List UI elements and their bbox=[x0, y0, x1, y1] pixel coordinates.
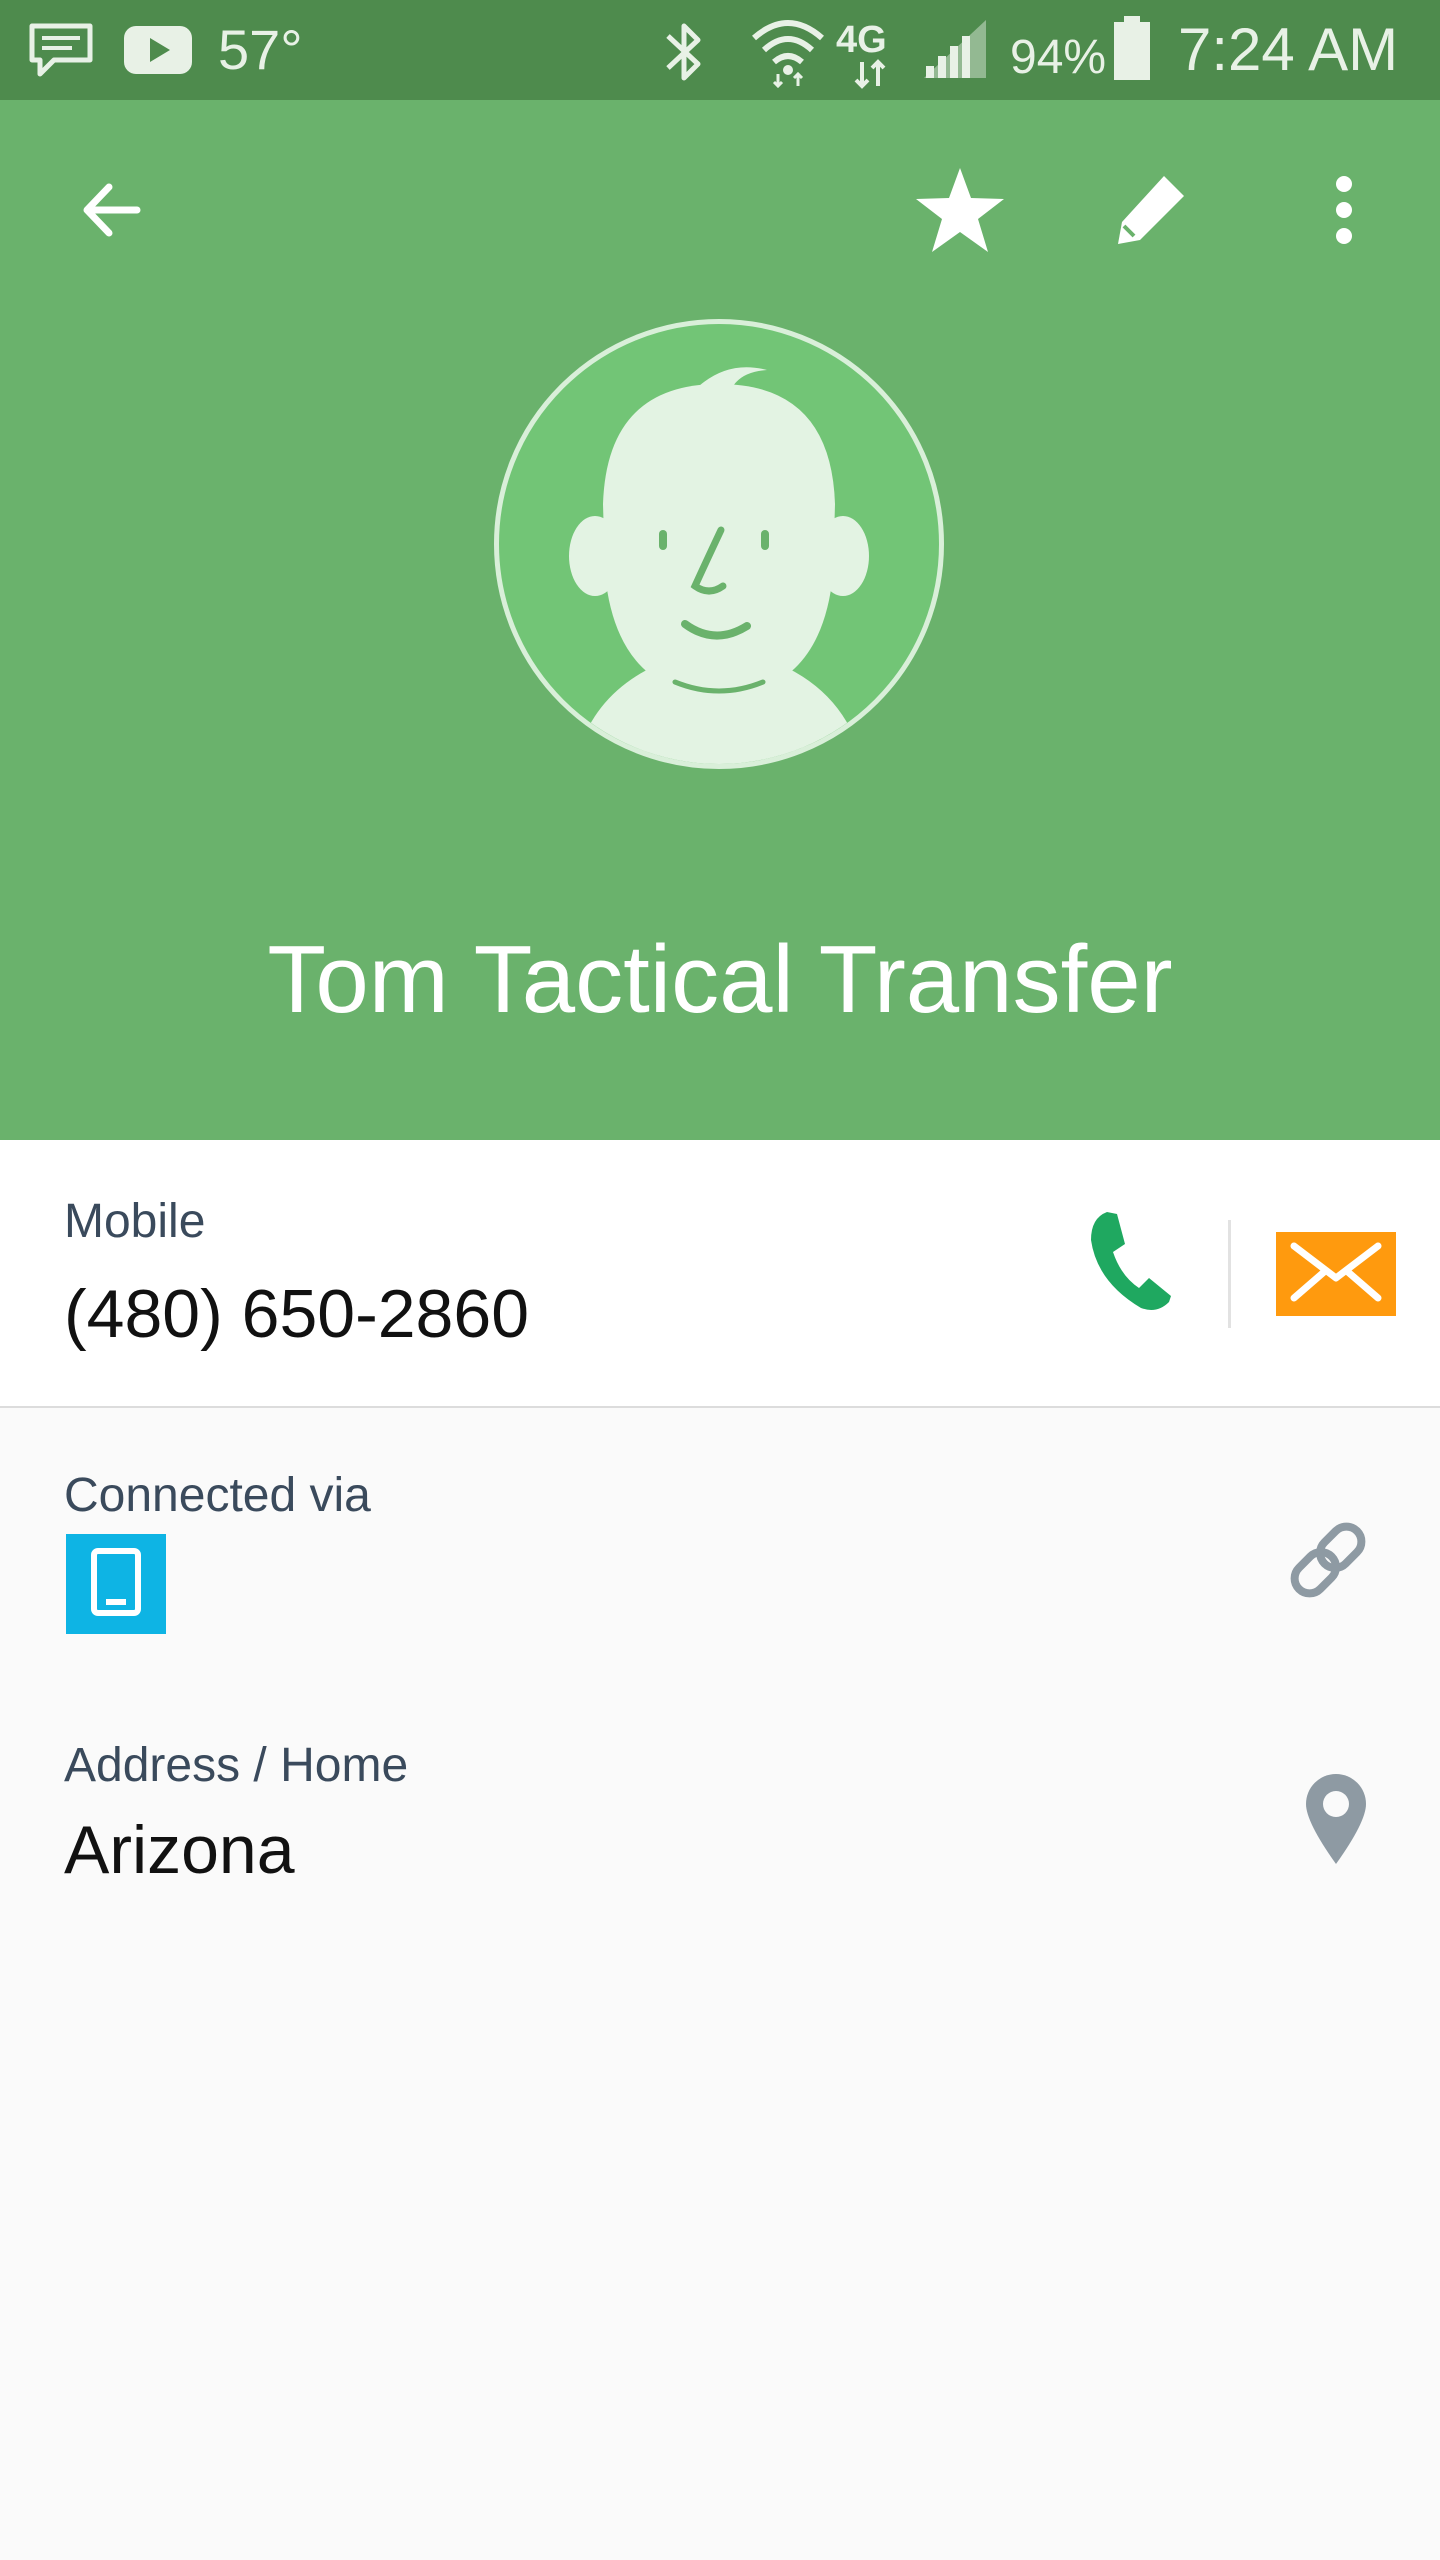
signal-icon bbox=[920, 16, 990, 87]
location-button[interactable] bbox=[1276, 1760, 1396, 1880]
connected-via-label: Connected via bbox=[64, 1469, 371, 1522]
contact-name: Tom Tactical Transfer bbox=[267, 926, 1173, 1033]
message-envelope-icon bbox=[1286, 1240, 1386, 1309]
youtube-icon bbox=[122, 24, 194, 81]
address-label: Address / Home bbox=[64, 1739, 409, 1792]
phone-row[interactable]: Mobile (480) 650-2860 bbox=[0, 1140, 1440, 1408]
battery-percent: 94% bbox=[1010, 31, 1107, 84]
edit-button[interactable] bbox=[1090, 152, 1210, 272]
clock: 7:24 AM bbox=[1178, 16, 1399, 83]
action-divider bbox=[1228, 1220, 1231, 1328]
call-button[interactable] bbox=[1070, 1202, 1190, 1322]
contact-header: Tom Tactical Transfer bbox=[0, 100, 1440, 1140]
location-pin-icon bbox=[1300, 1770, 1372, 1871]
default-avatar-icon bbox=[499, 367, 939, 764]
address-value: Arizona bbox=[64, 1812, 295, 1888]
phone-label: Mobile bbox=[64, 1195, 206, 1248]
edit-icon bbox=[1110, 170, 1190, 255]
device-badge bbox=[66, 1534, 166, 1634]
status-bar: 57° 4G 94% 7:24 AM bbox=[0, 0, 1440, 100]
battery-icon bbox=[1112, 16, 1152, 87]
more-options-button[interactable] bbox=[1284, 152, 1404, 272]
message-icon bbox=[26, 20, 96, 85]
message-button[interactable] bbox=[1276, 1232, 1396, 1316]
device-icon bbox=[88, 1547, 144, 1622]
link-button[interactable] bbox=[1268, 1502, 1388, 1622]
back-arrow-icon bbox=[77, 175, 147, 250]
address-row[interactable]: Address / Home Arizona bbox=[0, 1700, 1440, 1940]
star-icon bbox=[912, 164, 1008, 261]
back-button[interactable] bbox=[52, 152, 172, 272]
svg-text:4G: 4G bbox=[836, 19, 887, 61]
bluetooth-icon bbox=[660, 18, 710, 91]
phone-icon bbox=[1087, 1208, 1173, 1317]
more-vert-icon bbox=[1332, 174, 1356, 251]
connected-via-row: Connected via bbox=[0, 1410, 1440, 1670]
link-icon bbox=[1283, 1515, 1373, 1610]
phone-number: (480) 650-2860 bbox=[64, 1276, 530, 1352]
temperature-text: 57° bbox=[218, 18, 303, 81]
lte-icon: 4G bbox=[836, 14, 916, 95]
contact-avatar[interactable] bbox=[494, 319, 944, 769]
wifi-icon bbox=[748, 12, 828, 93]
favorite-button[interactable] bbox=[900, 152, 1020, 272]
